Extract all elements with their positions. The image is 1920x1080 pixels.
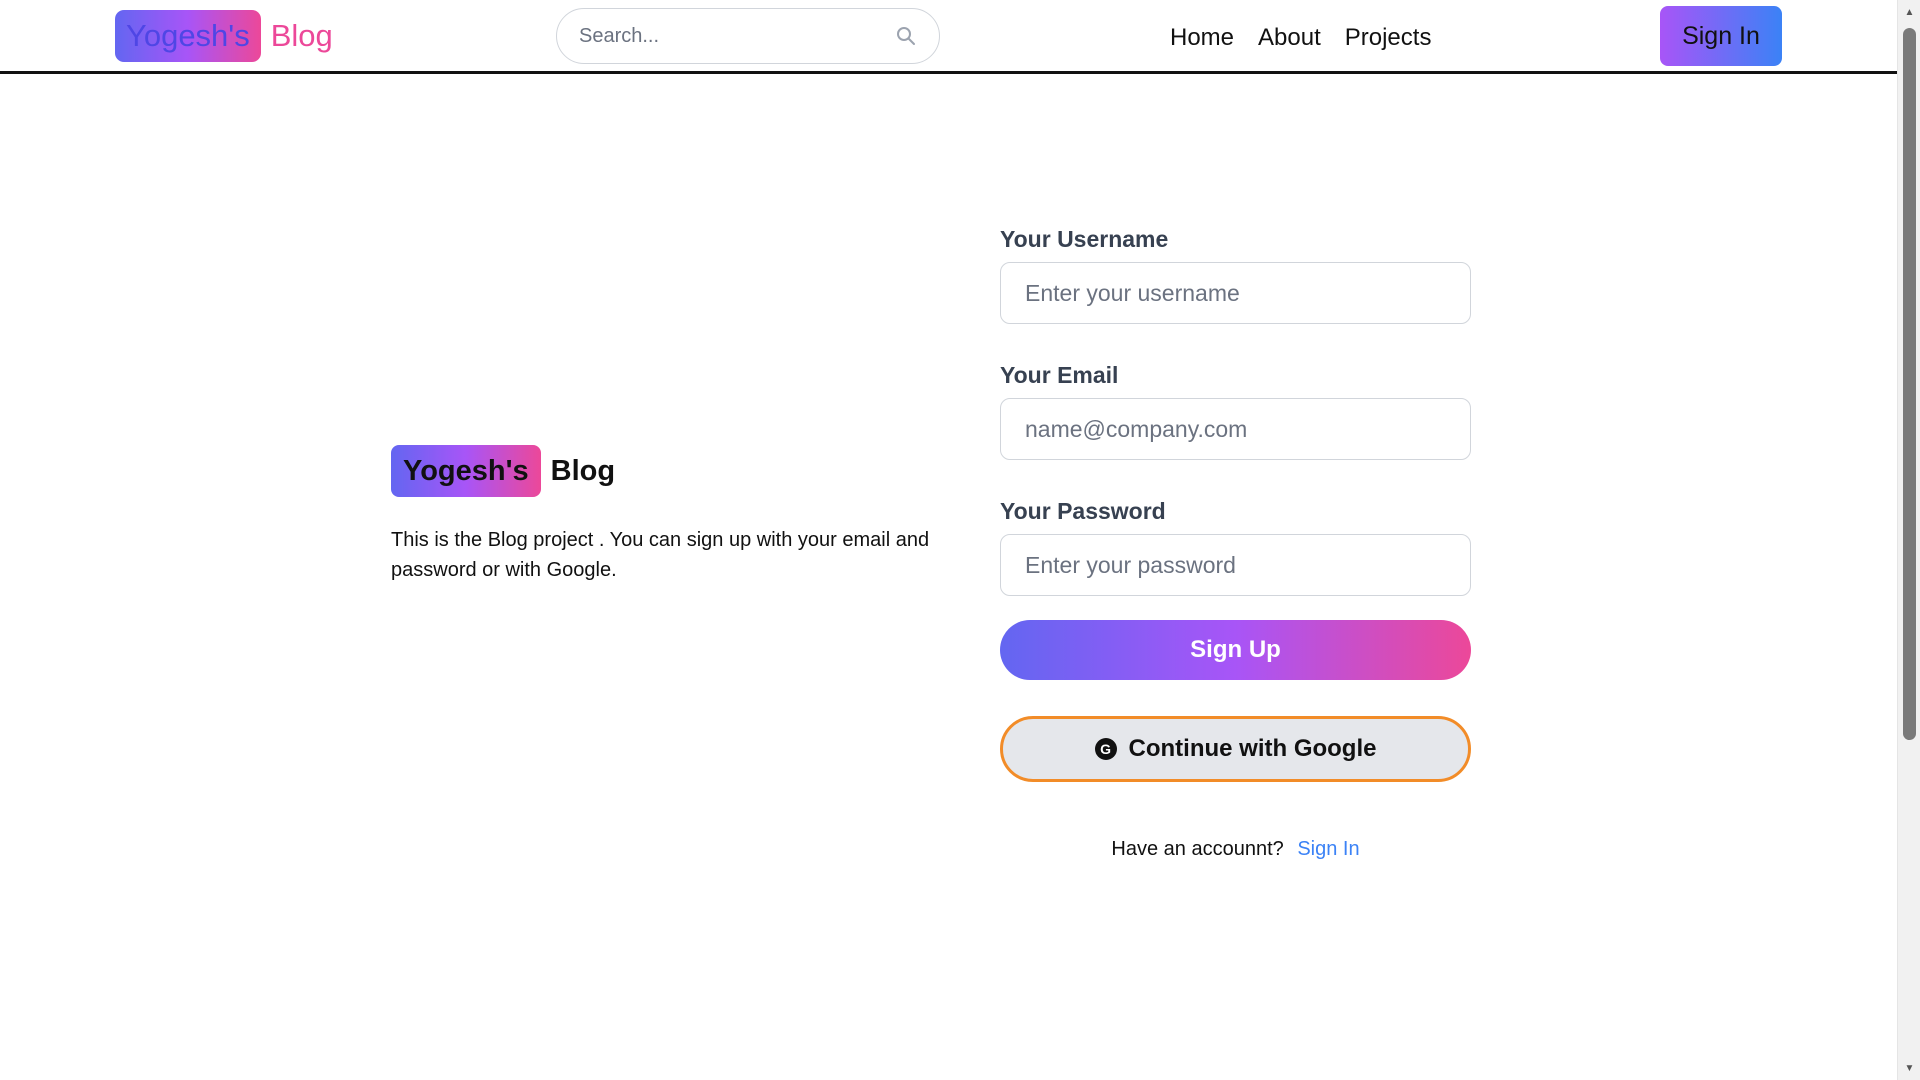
password-field[interactable] xyxy=(1000,534,1471,596)
scroll-down-arrow-icon[interactable]: ▼ xyxy=(1903,1062,1916,1074)
intro-brand: Yogesh's Blog xyxy=(391,445,931,497)
signup-form: Your Username Your Email Your Password S… xyxy=(1000,224,1471,861)
page: Yogesh's Blog Home About Projects Sign I… xyxy=(0,0,1920,1080)
password-label: Your Password xyxy=(1000,498,1166,524)
username-field[interactable] xyxy=(1000,262,1471,324)
intro-section: Yogesh's Blog This is the Blog project .… xyxy=(391,445,931,585)
search-input[interactable] xyxy=(579,24,895,48)
google-button-label: Continue with Google xyxy=(1128,735,1377,762)
search-icon[interactable] xyxy=(895,25,917,47)
intro-description: This is the Blog project . You can sign … xyxy=(391,529,930,581)
nav-about-link[interactable]: About xyxy=(1258,24,1321,52)
username-label: Your Username xyxy=(1000,226,1169,252)
continue-with-google-button[interactable]: G Continue with Google xyxy=(1000,716,1471,782)
page-scrollbar[interactable]: ▲ ▼ xyxy=(1897,0,1920,1080)
sign-up-button[interactable]: Sign Up xyxy=(1000,620,1471,680)
google-icon: G xyxy=(1094,738,1117,760)
main-nav: Home About Projects xyxy=(1170,18,1431,58)
header-sign-in-button[interactable]: Sign In xyxy=(1660,6,1782,66)
brand-badge: Yogesh's xyxy=(115,10,261,62)
sign-in-link[interactable]: Sign In xyxy=(1297,838,1359,860)
scroll-up-arrow-icon[interactable]: ▲ xyxy=(1903,6,1916,18)
nav-projects-link[interactable]: Projects xyxy=(1345,24,1432,52)
intro-brand-badge: Yogesh's xyxy=(391,445,541,497)
email-label: Your Email xyxy=(1000,362,1119,388)
brand-logo-link[interactable]: Yogesh's Blog xyxy=(115,10,333,62)
nav-home-link[interactable]: Home xyxy=(1170,24,1234,52)
brand-word: Blog xyxy=(270,18,333,53)
top-navbar: Yogesh's Blog Home About Projects Sign I… xyxy=(0,0,1897,74)
intro-brand-word: Blog xyxy=(550,454,616,487)
scrollbar-thumb[interactable] xyxy=(1903,28,1916,740)
search-box xyxy=(556,8,940,64)
have-account-text: Have an accounnt? xyxy=(1111,838,1284,860)
email-field[interactable] xyxy=(1000,398,1471,460)
have-account-row: Have an accounnt? Sign In xyxy=(1000,838,1471,861)
